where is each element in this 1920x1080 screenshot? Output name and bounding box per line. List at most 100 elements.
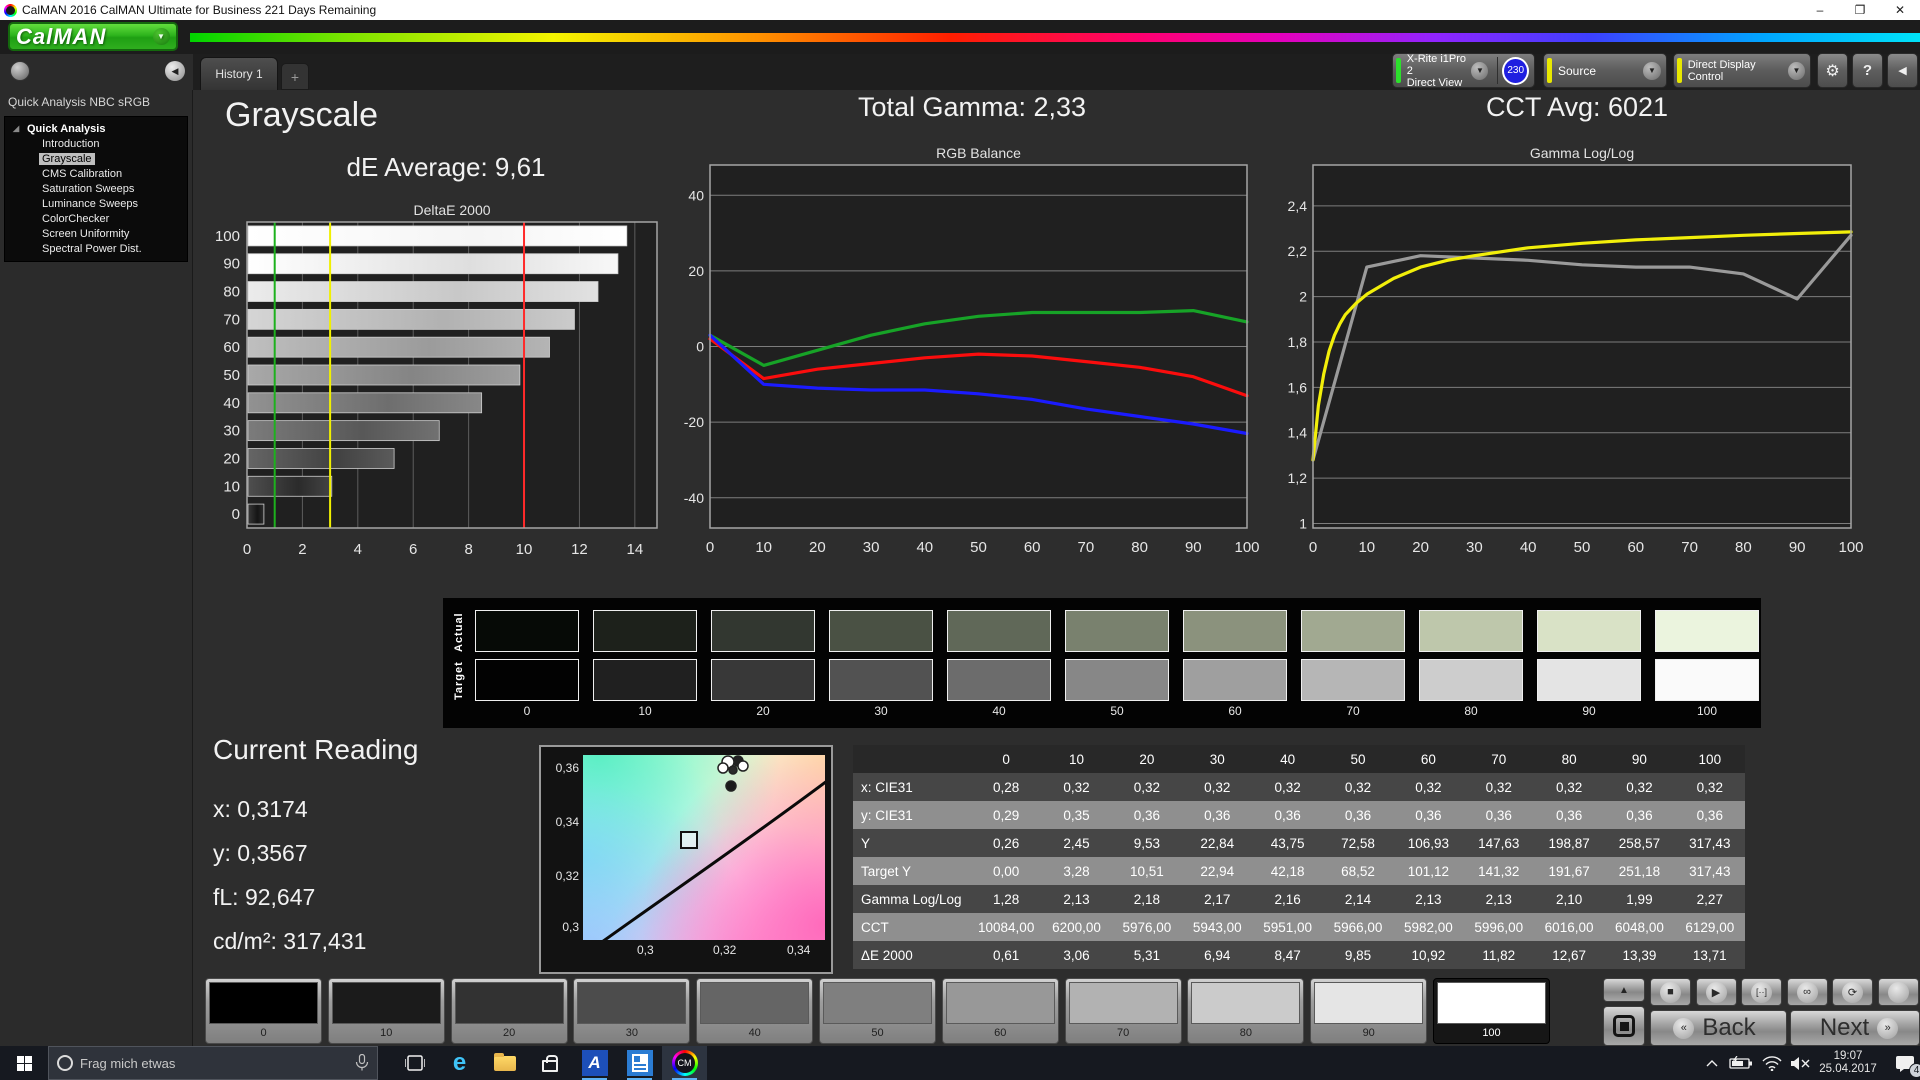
task-view-button[interactable]: [392, 1046, 437, 1080]
sidebar-item-introduction[interactable]: Introduction: [5, 137, 187, 152]
search-input[interactable]: [80, 1056, 320, 1071]
cell: 2,27: [1675, 892, 1745, 907]
pattern-button-40[interactable]: 40: [696, 978, 813, 1044]
pattern-label: 60: [946, 1024, 1055, 1042]
column-header: 100: [1675, 752, 1745, 767]
meter-badge[interactable]: 230: [1502, 57, 1529, 85]
pattern-button-80[interactable]: 80: [1187, 978, 1304, 1044]
add-tab-button[interactable]: +: [281, 63, 309, 90]
current-reading-line-0: x: 0,3174: [213, 796, 308, 823]
pattern-window-button[interactable]: [1603, 1006, 1645, 1046]
tab-history-1[interactable]: History 1: [200, 57, 278, 90]
app-doc-button[interactable]: [617, 1046, 662, 1080]
panel-collapse-button[interactable]: ◀: [1887, 53, 1918, 88]
pattern-button-10[interactable]: 10: [328, 978, 445, 1044]
help-button[interactable]: ?: [1852, 53, 1883, 88]
pattern-button-100[interactable]: 100: [1433, 978, 1550, 1044]
store-button[interactable]: [527, 1046, 572, 1080]
cell: 6200,00: [1041, 920, 1111, 935]
cell: 2,13: [1393, 892, 1463, 907]
display-control-label: Direct Display Control: [1688, 59, 1788, 83]
cell: 0,32: [1675, 780, 1745, 795]
next-button[interactable]: Next »: [1790, 1010, 1920, 1046]
actual-swatch-40: [947, 610, 1051, 652]
loop-button[interactable]: ⟳: [1832, 978, 1873, 1006]
step-button[interactable]: [··]: [1741, 978, 1782, 1006]
notification-count-badge: 4: [1909, 1063, 1920, 1078]
calman-app-icon: [672, 1050, 698, 1076]
edge-button[interactable]: e: [437, 1046, 482, 1080]
time: 19:07: [1834, 1050, 1863, 1063]
record-icon[interactable]: [10, 61, 30, 81]
sidebar-item-grayscale[interactable]: Grayscale: [5, 152, 187, 167]
sidebar-item-cms-calibration[interactable]: CMS Calibration: [5, 167, 187, 182]
cell: 0,00: [971, 864, 1041, 879]
pattern-button-60[interactable]: 60: [942, 978, 1059, 1044]
edge-icon: e: [453, 1049, 466, 1077]
cell: 10,51: [1112, 864, 1182, 879]
svg-text:0: 0: [1309, 539, 1317, 556]
column-header: 70: [1464, 752, 1534, 767]
cell: 5,31: [1112, 948, 1182, 963]
column-header: 0: [971, 752, 1041, 767]
cell: 0,28: [971, 780, 1041, 795]
cell: 198,87: [1534, 836, 1604, 851]
pattern-button-30[interactable]: 30: [573, 978, 690, 1044]
deltae-bar-70: [248, 309, 574, 329]
target-swatch-60: [1183, 659, 1287, 701]
tray-expand-button[interactable]: [1700, 1046, 1724, 1080]
back-button[interactable]: « Back: [1650, 1010, 1787, 1046]
page-title: Grayscale: [225, 96, 378, 135]
wifi-tray-button[interactable]: [1758, 1046, 1786, 1080]
app-icon: [4, 4, 17, 17]
deltae-bar-60: [248, 337, 550, 357]
calman-menu-button[interactable]: CalMAN ▼: [8, 22, 178, 51]
svg-text:90: 90: [223, 256, 240, 273]
app-a-icon: A: [582, 1050, 608, 1076]
file-explorer-button[interactable]: [482, 1046, 527, 1080]
battery-tray-button[interactable]: [1726, 1046, 1756, 1080]
action-center-button[interactable]: 4: [1890, 1046, 1920, 1080]
extra-button[interactable]: [1878, 978, 1919, 1006]
clock[interactable]: 19:07 25.04.2017: [1806, 1046, 1890, 1080]
sidebar-item-spectral-power-dist-[interactable]: Spectral Power Dist.: [5, 242, 187, 257]
minimize-button[interactable]: –: [1800, 3, 1840, 17]
current-reading-title: Current Reading: [213, 734, 418, 766]
continuous-button[interactable]: ∞: [1787, 978, 1828, 1006]
restore-button[interactable]: ❐: [1840, 3, 1880, 17]
pattern-swatch: [1437, 982, 1546, 1024]
sidebar-item-screen-uniformity[interactable]: Screen Uniformity: [5, 227, 187, 242]
svg-text:2: 2: [298, 541, 306, 558]
display-control-dropdown[interactable]: Direct Display Control ▼: [1673, 53, 1811, 88]
sidebar-collapse-button[interactable]: ◀: [165, 61, 185, 81]
cell: 2,45: [1041, 836, 1111, 851]
pattern-button-50[interactable]: 50: [819, 978, 936, 1044]
column-header: 90: [1604, 752, 1674, 767]
calman-taskbar-button[interactable]: [662, 1046, 707, 1080]
source-dropdown[interactable]: Source ▼: [1543, 53, 1667, 88]
search-box[interactable]: [48, 1046, 378, 1080]
app-a-button[interactable]: A: [572, 1046, 617, 1080]
play-button[interactable]: ▶: [1696, 978, 1737, 1006]
sidebar-item-saturation-sweeps[interactable]: Saturation Sweeps: [5, 182, 187, 197]
svg-text:4: 4: [354, 541, 362, 558]
tree-root[interactable]: Quick Analysis: [5, 121, 187, 137]
gear-icon[interactable]: ⚙: [1817, 53, 1848, 88]
cell: 22,94: [1182, 864, 1252, 879]
cie-measurement-point-5: [726, 781, 736, 791]
pattern-button-20[interactable]: 20: [451, 978, 568, 1044]
cell: 251,18: [1604, 864, 1674, 879]
sidebar-item-colorchecker[interactable]: ColorChecker: [5, 212, 187, 227]
pattern-button-0[interactable]: 0: [205, 978, 322, 1044]
pattern-up-button[interactable]: ▲: [1603, 978, 1645, 1002]
meter-name: X-Rite i1Pro 2: [1407, 53, 1472, 77]
stop-button[interactable]: ■: [1650, 978, 1691, 1006]
pattern-button-90[interactable]: 90: [1310, 978, 1427, 1044]
close-button[interactable]: ✕: [1880, 3, 1920, 17]
row-label: x: CIE31: [853, 780, 971, 795]
start-button[interactable]: [0, 1046, 48, 1080]
pattern-button-70[interactable]: 70: [1065, 978, 1182, 1044]
sidebar-item-luminance-sweeps[interactable]: Luminance Sweeps: [5, 197, 187, 212]
sidebar: Quick Analysis NBC sRGB Quick Analysis I…: [0, 90, 193, 1046]
meter-dropdown[interactable]: X-Rite i1Pro 2 Direct View ▼ 230: [1392, 53, 1535, 88]
